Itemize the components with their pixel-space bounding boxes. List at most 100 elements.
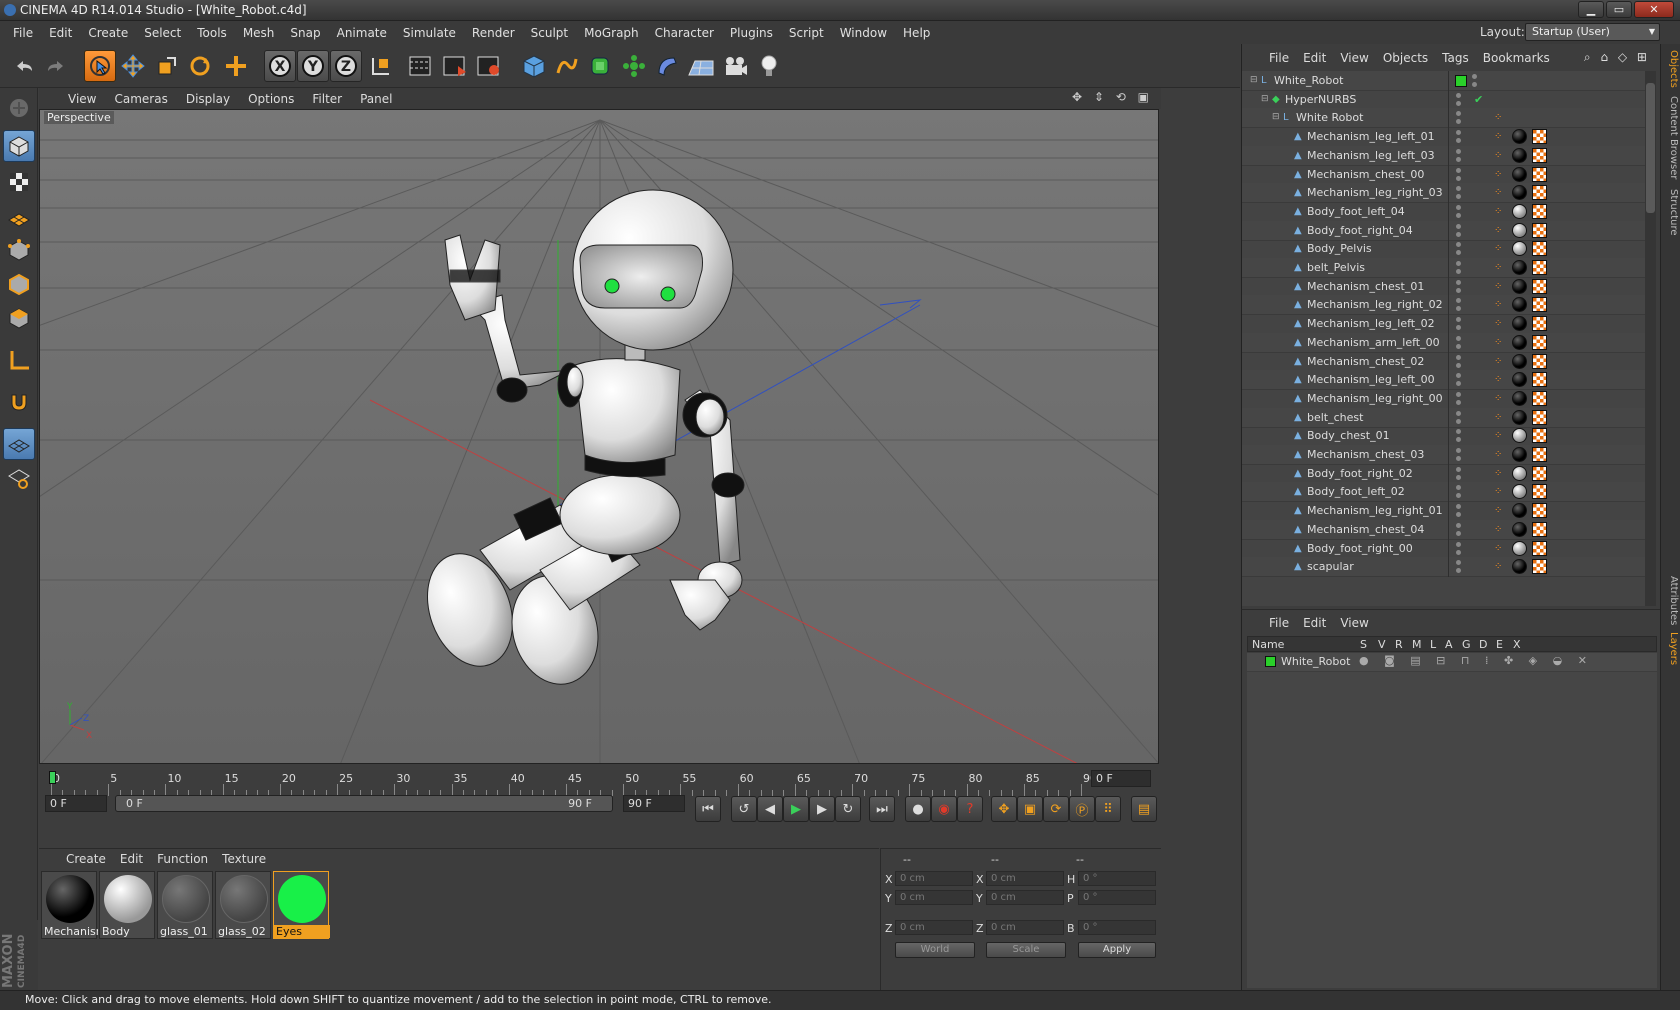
- object-row[interactable]: ▲ Mechanism_leg_left_01 ⁘: [1242, 127, 1646, 148]
- object-manager-nav-icons[interactable]: ⌕ ⌂ ◇ ⊞: [1577, 50, 1657, 65]
- object-row[interactable]: ▲ Mechanism_chest_03 ⁘: [1242, 445, 1646, 465]
- object-row[interactable]: ▲ Mechanism_leg_left_00 ⁘: [1242, 370, 1646, 391]
- object-row[interactable]: ▲ Body_foot_right_00 ⁘: [1242, 538, 1646, 559]
- object-row[interactable]: ▲ Mechanism_leg_right_03 ⁘: [1242, 183, 1646, 204]
- enabled-check-icon[interactable]: ✔: [1474, 90, 1483, 109]
- scheme-settings-icon[interactable]: ▤: [1131, 796, 1157, 822]
- layer-flag-icons[interactable]: ● ◙ ▤ ⊟ ⊓ ⁞ ✤ ◈ ◒ ✕: [1359, 654, 1593, 667]
- menu-snap[interactable]: Snap: [282, 26, 328, 40]
- tab-layers[interactable]: Layers: [1663, 632, 1679, 665]
- object-row[interactable]: ▲ Body_Pelvis ⁘: [1242, 239, 1646, 260]
- object-menu-bookmarks[interactable]: Bookmarks: [1476, 51, 1557, 65]
- menu-file[interactable]: File: [5, 26, 41, 40]
- material-tag-icon[interactable]: [1512, 129, 1527, 145]
- material-menu-create[interactable]: Create: [59, 852, 113, 866]
- object-name[interactable]: belt_Pelvis: [1307, 258, 1365, 277]
- polygons-mode-icon[interactable]: [3, 302, 35, 334]
- menu-tools[interactable]: Tools: [189, 26, 235, 40]
- object-name[interactable]: Mechanism_chest_04: [1307, 520, 1424, 539]
- material-tag-icon[interactable]: [1512, 409, 1527, 425]
- coord-pos-y-field[interactable]: 0 cm: [895, 890, 973, 905]
- material-tag-icon[interactable]: [1512, 203, 1527, 219]
- object-name[interactable]: Mechanism_leg_left_02: [1307, 314, 1435, 333]
- material-eyes[interactable]: Eyes: [273, 871, 330, 939]
- tab-structure[interactable]: Structure: [1663, 189, 1679, 236]
- phong-tag-icon[interactable]: ⁘: [1494, 542, 1505, 556]
- phong-tag-icon[interactable]: ⁘: [1494, 298, 1505, 312]
- phong-tag-icon[interactable]: ⁘: [1494, 317, 1505, 331]
- material-tag-icon[interactable]: [1512, 260, 1527, 275]
- object-name[interactable]: Mechanism_leg_right_01: [1307, 501, 1443, 520]
- uvw-tag-icon[interactable]: [1532, 278, 1547, 294]
- array-generator-icon[interactable]: [618, 50, 650, 82]
- layer-col-view[interactable]: V: [1378, 638, 1386, 651]
- material-tag-icon[interactable]: [1512, 447, 1527, 462]
- record-position-icon[interactable]: ✥: [991, 796, 1017, 822]
- object-row[interactable]: ▲ Mechanism_chest_01 ⁘: [1242, 276, 1646, 297]
- deformer-icon[interactable]: [651, 50, 683, 82]
- minimize-button[interactable]: ▁: [1578, 1, 1604, 18]
- uvw-tag-icon[interactable]: [1532, 203, 1547, 219]
- layer-color-swatch[interactable]: [1265, 656, 1276, 667]
- expand-toggle-icon[interactable]: ⊟: [1250, 71, 1258, 90]
- visibility-dots-icon[interactable]: [1456, 204, 1462, 219]
- visibility-dots-icon[interactable]: [1456, 130, 1462, 144]
- visibility-dots-icon[interactable]: [1456, 485, 1462, 499]
- live-selection-icon[interactable]: [84, 50, 116, 82]
- previous-key-icon[interactable]: ↺: [731, 796, 757, 822]
- phong-tag-icon[interactable]: ⁘: [1494, 280, 1505, 294]
- uvw-tag-icon[interactable]: [1532, 428, 1547, 444]
- object-row[interactable]: ▲ Body_foot_left_02 ⁘: [1242, 482, 1646, 503]
- menu-sculpt[interactable]: Sculpt: [523, 26, 576, 40]
- object-name[interactable]: White Robot: [1296, 108, 1363, 127]
- undo-icon[interactable]: [8, 50, 40, 82]
- coord-size-z-field[interactable]: 0 cm: [986, 920, 1064, 935]
- material-tag-icon[interactable]: [1512, 390, 1527, 406]
- visibility-dots-icon[interactable]: [1456, 186, 1462, 200]
- uvw-tag-icon[interactable]: [1532, 484, 1547, 500]
- object-menu-objects[interactable]: Objects: [1376, 51, 1435, 65]
- object-name[interactable]: Mechanism_leg_left_01: [1307, 127, 1435, 146]
- go-to-start-icon[interactable]: ⏮: [695, 796, 721, 822]
- viewport-menu-panel[interactable]: Panel: [351, 92, 401, 106]
- material-tag-icon[interactable]: [1512, 147, 1527, 163]
- phong-tag-icon[interactable]: ⁘: [1494, 242, 1505, 256]
- visibility-dots-icon[interactable]: [1456, 298, 1462, 312]
- apply-button[interactable]: Apply: [1078, 942, 1156, 958]
- phong-tag-icon[interactable]: ⁘: [1494, 205, 1505, 219]
- layer-col-animation[interactable]: A: [1445, 638, 1453, 651]
- visibility-dots-icon[interactable]: [1456, 522, 1462, 537]
- layer-menu-view[interactable]: View: [1333, 616, 1375, 630]
- expand-toggle-icon[interactable]: ⊟: [1261, 90, 1269, 109]
- phong-tag-icon[interactable]: ⁘: [1494, 429, 1505, 443]
- material-tag-icon[interactable]: [1512, 297, 1527, 313]
- x-axis-lock-icon[interactable]: X: [264, 50, 296, 82]
- material-tag-icon[interactable]: [1512, 222, 1527, 238]
- object-menu-file[interactable]: File: [1262, 51, 1296, 65]
- menu-create[interactable]: Create: [80, 26, 136, 40]
- phong-tag-icon[interactable]: ⁘: [1494, 186, 1505, 200]
- uvw-tag-icon[interactable]: [1532, 129, 1547, 145]
- menu-select[interactable]: Select: [136, 26, 189, 40]
- viewport-menu-view[interactable]: View: [59, 92, 105, 106]
- material-tag-icon[interactable]: [1512, 372, 1527, 388]
- material-tag-icon[interactable]: [1512, 166, 1527, 182]
- scale-tool-icon[interactable]: [151, 50, 183, 82]
- object-row[interactable]: ▲ Body_foot_right_02 ⁘: [1242, 463, 1646, 484]
- layer-col-render[interactable]: R: [1395, 638, 1403, 651]
- camera-object-icon[interactable]: [719, 50, 751, 82]
- material-tag-icon[interactable]: [1512, 185, 1527, 201]
- coord-pos-z-field[interactable]: 0 cm: [895, 920, 973, 935]
- object-row[interactable]: ▲ Mechanism_leg_right_02 ⁘: [1242, 295, 1646, 316]
- spline-pen-icon[interactable]: [551, 50, 583, 82]
- menu-simulate[interactable]: Simulate: [395, 26, 464, 40]
- object-row[interactable]: ⊟ ◆ HyperNURBS ✔: [1242, 89, 1646, 110]
- phong-tag-icon[interactable]: ⁘: [1494, 373, 1505, 387]
- menu-render[interactable]: Render: [464, 26, 523, 40]
- layer-col-deformers[interactable]: D: [1479, 638, 1487, 651]
- uvw-tag-icon[interactable]: [1532, 390, 1547, 406]
- render-view-icon[interactable]: [405, 50, 437, 82]
- planar-workplane-icon[interactable]: [3, 462, 35, 494]
- object-row[interactable]: ▲ Mechanism_chest_00 ⁘: [1242, 164, 1646, 185]
- object-name[interactable]: Mechanism_chest_00: [1307, 165, 1424, 184]
